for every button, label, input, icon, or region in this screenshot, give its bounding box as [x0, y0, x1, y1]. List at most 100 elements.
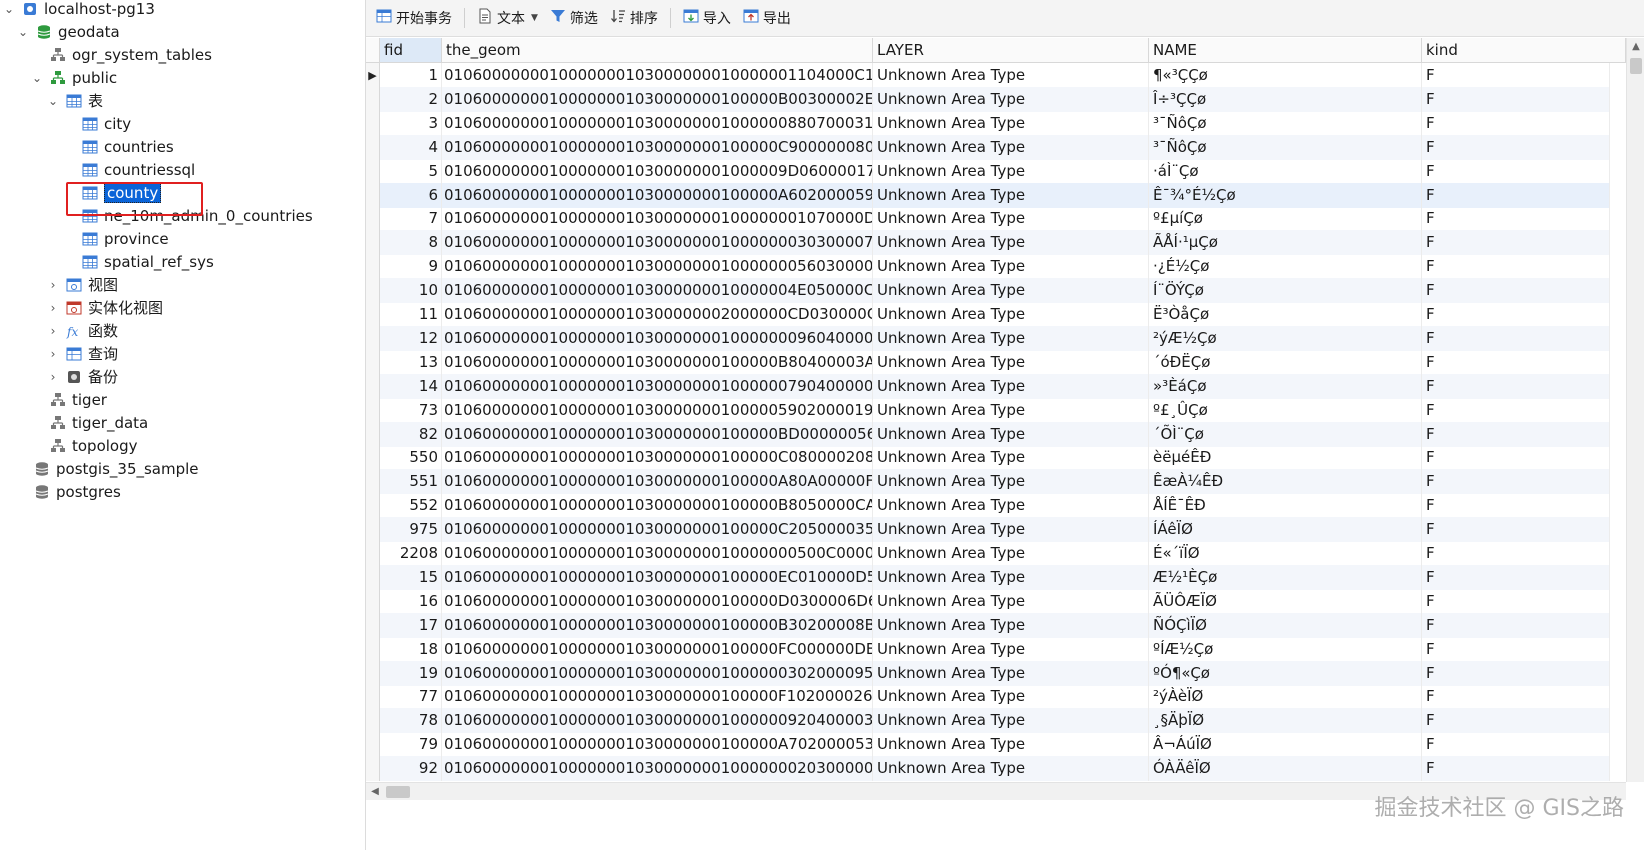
cell-kind[interactable]: F [1422, 564, 1610, 590]
tree-tables-group[interactable]: ⌄ 表 [46, 89, 103, 113]
tree-table-countries[interactable]: countries [82, 135, 174, 159]
row-marker[interactable] [366, 612, 380, 638]
table-row[interactable]: 7 010600000001000000010300000001000000010… [366, 206, 1610, 232]
table-row[interactable]: 17 01060000000100000001030000000100000B30… [366, 612, 1610, 638]
row-marker[interactable] [366, 493, 380, 519]
table-row[interactable]: 551 01060000000100000001030000000100000A8… [366, 469, 1610, 495]
chevron-right-icon[interactable]: › [46, 278, 60, 292]
cell-layer[interactable]: Unknown Area Type [873, 254, 1149, 280]
chevron-right-icon[interactable]: › [46, 347, 60, 361]
cell-fid[interactable]: 552 [380, 493, 442, 519]
cell-kind[interactable]: F [1422, 469, 1610, 495]
tree-table-countriessql[interactable]: countriessql [82, 158, 195, 182]
scroll-thumb[interactable] [1630, 58, 1642, 74]
cell-layer[interactable]: Unknown Area Type [873, 756, 1149, 782]
table-row[interactable]: 8 010600000001000000010300000001000000030… [366, 230, 1610, 256]
cell-layer[interactable]: Unknown Area Type [873, 612, 1149, 638]
row-marker[interactable] [366, 732, 380, 758]
row-marker[interactable] [366, 325, 380, 351]
cell-name[interactable]: ²ýÆ½Çø [1149, 325, 1422, 351]
cell-the-geom[interactable]: 0106000000010000000103000000010000004E05… [442, 278, 873, 304]
cell-the-geom[interactable]: 0106000000010000000103000000010000007904… [442, 373, 873, 399]
tree-database-postgres[interactable]: postgres [34, 480, 121, 504]
cell-the-geom[interactable]: 01060000000100000001030000000100000D0300… [442, 588, 873, 614]
export-button[interactable]: 导出 [737, 4, 797, 32]
cell-layer[interactable]: Unknown Area Type [873, 517, 1149, 543]
table-row[interactable]: 3 010600000001000000010300000001000000880… [366, 110, 1610, 136]
table-row[interactable]: 18 01060000000100000001030000000100000FC0… [366, 636, 1610, 662]
cell-layer[interactable]: Unknown Area Type [873, 541, 1149, 566]
cell-layer[interactable]: Unknown Area Type [873, 708, 1149, 734]
row-marker[interactable] [366, 86, 380, 112]
row-marker[interactable] [366, 373, 380, 399]
cell-kind[interactable]: F [1422, 86, 1610, 112]
row-marker[interactable] [366, 254, 380, 280]
cell-kind[interactable]: F [1422, 302, 1610, 327]
cell-the-geom[interactable]: 0106000000010000000103000000010000000303… [442, 230, 873, 256]
cell-the-geom[interactable]: 01060000000100000001030000000100000B0030… [442, 86, 873, 112]
cell-fid[interactable]: 5 [380, 158, 442, 184]
cell-layer[interactable]: Unknown Area Type [873, 86, 1149, 112]
cell-layer[interactable]: Unknown Area Type [873, 158, 1149, 184]
chevron-right-icon[interactable]: › [46, 370, 60, 384]
sort-button[interactable]: 排序 [604, 4, 664, 32]
table-row[interactable]: 77 01060000000100000001030000000100000F10… [366, 684, 1610, 710]
table-row[interactable]: 78 01060000000100000001030000000100000092… [366, 708, 1610, 734]
cell-layer[interactable]: Unknown Area Type [873, 445, 1149, 471]
row-marker[interactable] [366, 588, 380, 614]
cell-the-geom[interactable]: 010600000001000000010300000002000000CD03… [442, 302, 873, 327]
cell-name[interactable]: ´ÕÌ¨Çø [1149, 421, 1422, 447]
cell-layer[interactable]: Unknown Area Type [873, 732, 1149, 758]
cell-the-geom[interactable]: 0106000000010000000103000000010000000960… [442, 325, 873, 351]
table-row[interactable]: 552 01060000000100000001030000000100000B8… [366, 493, 1610, 519]
cell-kind[interactable]: F [1422, 684, 1610, 710]
cell-kind[interactable]: F [1422, 708, 1610, 734]
cell-name[interactable]: º£µíÇø [1149, 206, 1422, 232]
cell-name[interactable]: Æ½¹ÈÇø [1149, 564, 1422, 590]
table-row[interactable]: 19 01060000000100000001030000000100000030… [366, 660, 1610, 686]
filter-button[interactable]: 筛选 [544, 4, 604, 32]
cell-the-geom[interactable]: 01060000000100000001030000000100000C2050… [442, 517, 873, 543]
cell-layer[interactable]: Unknown Area Type [873, 349, 1149, 375]
row-marker[interactable] [366, 660, 380, 686]
cell-fid[interactable]: 8 [380, 230, 442, 256]
cell-kind[interactable]: F [1422, 588, 1610, 614]
tree-group-functions[interactable]: › fx 函数 [46, 319, 118, 343]
cell-layer[interactable]: Unknown Area Type [873, 134, 1149, 160]
tree-schema-public[interactable]: ⌄ public [30, 66, 117, 90]
table-row[interactable]: 5 010600000001000000010300000001000009D06… [366, 158, 1610, 184]
cell-fid[interactable]: 2208 [380, 541, 442, 566]
tree-table-city[interactable]: city [82, 112, 131, 136]
cell-the-geom[interactable]: 0106000000010000000103000000010000059020… [442, 397, 873, 423]
table-row[interactable]: 79 01060000000100000001030000000100000A70… [366, 732, 1610, 758]
row-marker[interactable] [366, 230, 380, 256]
cell-the-geom[interactable]: 0106000000010000000103000000010000008807… [442, 110, 873, 136]
cell-fid[interactable]: 92 [380, 756, 442, 782]
cell-kind[interactable]: F [1422, 445, 1610, 471]
tree-group-mat-views[interactable]: › 实体化视图 [46, 296, 163, 320]
row-marker[interactable] [366, 158, 380, 184]
table-row[interactable]: 2 01060000000100000001030000000100000B003… [366, 86, 1610, 112]
column-header-name[interactable]: NAME [1149, 38, 1422, 63]
row-marker[interactable] [366, 182, 380, 208]
row-marker[interactable] [366, 134, 380, 160]
cell-name[interactable]: ºÓ¶«Çø [1149, 660, 1422, 686]
cell-name[interactable]: Í­ÁêÏØ [1149, 517, 1422, 543]
tree-schema-topology[interactable]: topology [50, 434, 138, 458]
cell-fid[interactable]: 78 [380, 708, 442, 734]
cell-fid[interactable]: 9 [380, 254, 442, 280]
scroll-left-icon[interactable]: ◀ [366, 783, 384, 801]
cell-name[interactable]: ÅÍÊ¯ÊÐ [1149, 493, 1422, 519]
cell-kind[interactable]: F [1422, 397, 1610, 423]
cell-fid[interactable]: 3 [380, 110, 442, 136]
cell-fid[interactable]: 17 [380, 612, 442, 638]
tree-database-postgis-sample[interactable]: postgis_35_sample [34, 457, 199, 481]
cell-the-geom[interactable]: 0106000000010000000103000000010000003020… [442, 660, 873, 686]
chevron-down-icon[interactable]: ⌄ [46, 94, 60, 108]
tree-group-views[interactable]: › 视图 [46, 273, 118, 297]
cell-fid[interactable]: 14 [380, 373, 442, 399]
column-header-fid[interactable]: fid [380, 38, 442, 63]
cell-layer[interactable]: Unknown Area Type [873, 206, 1149, 232]
cell-name[interactable]: ²ýÀèÏØ [1149, 684, 1422, 710]
cell-fid[interactable]: 7 [380, 206, 442, 232]
